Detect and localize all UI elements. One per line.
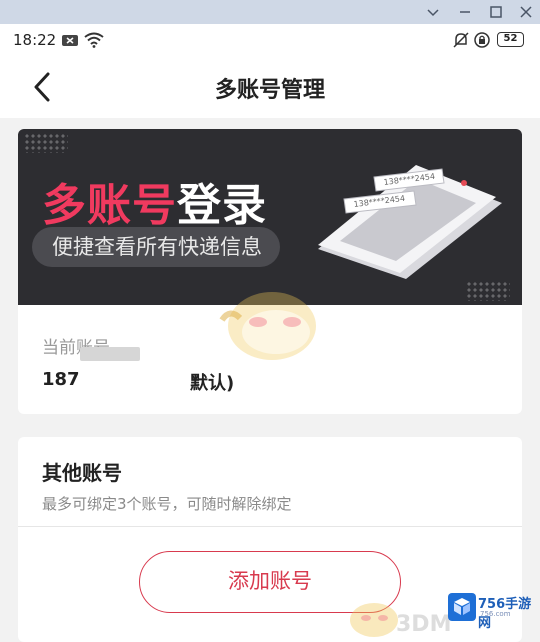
redaction-mask [80,347,140,361]
minimize-icon[interactable] [456,3,474,21]
lock-rotation-icon [474,32,490,48]
maximize-icon[interactable] [487,3,505,21]
close-icon[interactable] [517,3,535,21]
banner-dot-pattern [24,133,68,153]
site-logo-icon [448,593,476,621]
watermark-3dm: 3DM [396,612,452,637]
banner-headline-accent: 多账号 [42,180,177,231]
phone-illustration: 138****2454 138****2454 [318,165,502,279]
mascot-watermark [219,292,316,360]
status-bar: 18:22 52 [0,24,540,56]
mascot-watermark-small [350,603,398,637]
wifi-icon [84,32,104,48]
banner-dot-pattern [466,281,510,301]
app-header: 多账号管理 [0,56,540,118]
promo-banner: 多账号登录 便捷查看所有快递信息 138****2454 138****2454 [18,129,522,305]
current-account-number: 187 [42,369,80,390]
notification-muted-icon [453,32,469,48]
banner-headline: 多账号登录 [42,169,267,233]
current-account-default-tag: 默认) [190,373,235,394]
banner-headline-rest: 登录 [177,180,267,231]
other-accounts-hint: 最多可绑定3个账号，可随时解除绑定 [42,495,292,513]
banner-subtitle: 便捷查看所有快递信息 [32,227,280,267]
status-time: 18:22 [13,31,57,49]
page-title: 多账号管理 [214,78,325,103]
other-accounts-title: 其他账号 [42,461,122,485]
message-icon [62,32,78,48]
window-titlebar [0,0,540,24]
battery-indicator: 52 [497,32,524,47]
current-account-card: 多账号登录 便捷查看所有快递信息 138****2454 138****2454… [18,129,522,414]
divider [18,526,522,527]
watermark-url: 756.com [480,610,511,618]
chevron-down-icon[interactable] [424,3,442,21]
